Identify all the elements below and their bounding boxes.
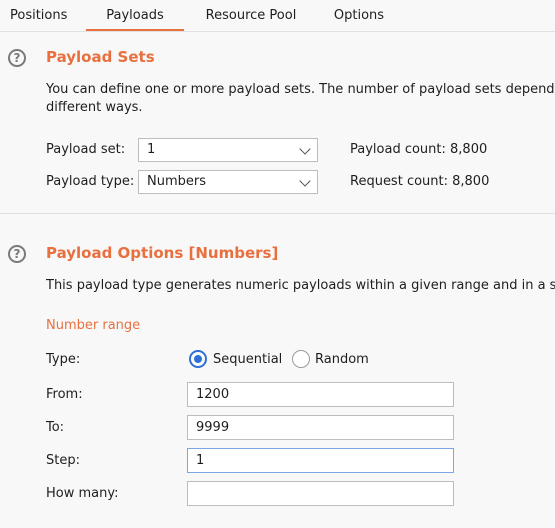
number-range-heading: Number range <box>46 318 141 333</box>
step-input[interactable]: 1 <box>187 448 454 473</box>
tab-payloads[interactable]: Payloads <box>86 0 184 31</box>
request-count: Request count: 8,800 <box>350 174 490 189</box>
payload-sets-title: Payload Sets <box>46 48 155 66</box>
payload-set-select[interactable]: 1 <box>138 138 318 162</box>
radio-random[interactable] <box>292 350 310 368</box>
payload-options-description: This payload type generates numeric payl… <box>46 278 555 293</box>
payload-set-label: Payload set: <box>46 142 126 157</box>
tab-options[interactable]: Options <box>316 0 402 31</box>
to-label: To: <box>46 420 65 435</box>
tab-positions[interactable]: Positions <box>0 0 80 31</box>
payload-type-select[interactable]: Numbers <box>138 170 318 194</box>
intruder-payloads-page: Positions Payloads Resource Pool Options… <box>0 0 555 528</box>
payload-options-title: Payload Options [Numbers] <box>46 244 279 262</box>
from-input[interactable]: 1200 <box>187 382 454 407</box>
how-many-label: How many: <box>46 486 119 501</box>
help-icon[interactable]: ? <box>8 245 26 263</box>
payload-type-label: Payload type: <box>46 174 135 189</box>
help-icon[interactable]: ? <box>8 49 26 67</box>
radio-random-label[interactable]: Random <box>315 352 369 367</box>
payload-set-value: 1 <box>147 142 156 157</box>
radio-sequential[interactable] <box>189 350 207 368</box>
payload-sets-description-cont: different ways. <box>46 100 143 115</box>
from-label: From: <box>46 387 83 402</box>
tab-resource-pool[interactable]: Resource Pool <box>190 0 312 31</box>
radio-sequential-label[interactable]: Sequential <box>213 352 282 367</box>
payload-type-value: Numbers <box>147 174 206 189</box>
payload-count: Payload count: 8,800 <box>350 142 488 157</box>
tab-bar: Positions Payloads Resource Pool Options <box>0 0 555 32</box>
section-divider <box>0 213 555 214</box>
chevron-down-icon <box>299 143 311 155</box>
how-many-input[interactable] <box>187 481 454 506</box>
step-label: Step: <box>46 453 80 468</box>
chevron-down-icon <box>299 175 311 187</box>
to-input[interactable]: 9999 <box>187 415 454 440</box>
type-label: Type: <box>46 352 81 367</box>
payload-sets-description: You can define one or more payload sets.… <box>46 82 555 97</box>
